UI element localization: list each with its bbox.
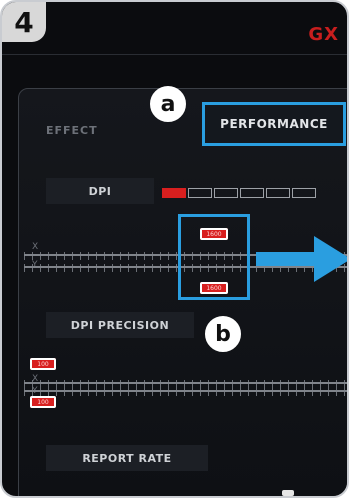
step-number-badge: 4 (2, 2, 46, 42)
precision-y-slider[interactable] (24, 390, 347, 392)
dpi-slot-4[interactable] (240, 188, 264, 198)
report-rate-slider-knob[interactable] (282, 490, 294, 496)
dpi-slot-2[interactable] (188, 188, 212, 198)
callout-b-marker: b (205, 316, 241, 352)
tab-effect[interactable]: EFFECT (46, 124, 98, 137)
dpi-section-label: DPI (46, 178, 154, 204)
tutorial-screenshot-frame: 4 GX EFFECT PERFORMANCE a DPI X Y 1600 1… (0, 0, 349, 498)
arrow-right-icon (256, 236, 347, 282)
precision-x-value-tag[interactable]: 100 (30, 358, 56, 370)
report-rate-section-label: REPORT RATE (46, 445, 208, 471)
precision-y-value-tag[interactable]: 100 (30, 396, 56, 408)
dpi-x-axis-letter: X (32, 242, 39, 252)
dpi-slot-3[interactable] (214, 188, 238, 198)
dpi-slot-6[interactable] (292, 188, 316, 198)
dpi-precision-section-label: DPI PRECISION (46, 312, 194, 338)
brand-logo: GX (308, 24, 339, 45)
precision-x-slider[interactable] (24, 382, 347, 384)
callout-a-marker: a (150, 86, 186, 122)
header-divider (2, 54, 347, 55)
dpi-slider-highlight (178, 214, 250, 300)
tab-performance[interactable]: PERFORMANCE (202, 102, 346, 146)
dpi-level-selector[interactable] (162, 188, 316, 198)
dpi-slot-1[interactable] (162, 188, 186, 198)
dpi-slot-5[interactable] (266, 188, 290, 198)
